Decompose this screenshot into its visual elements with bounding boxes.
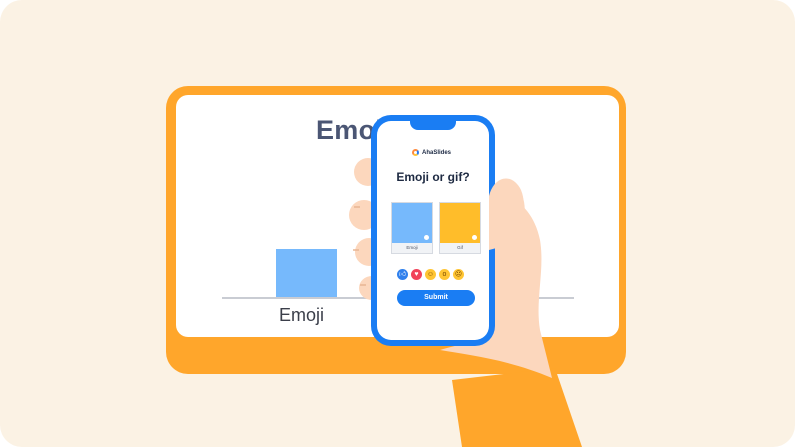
illustration: Emoj Emoji AhaSlides Emoji or gif? Emoji… — [0, 0, 795, 447]
thumb-illustration — [489, 178, 524, 250]
